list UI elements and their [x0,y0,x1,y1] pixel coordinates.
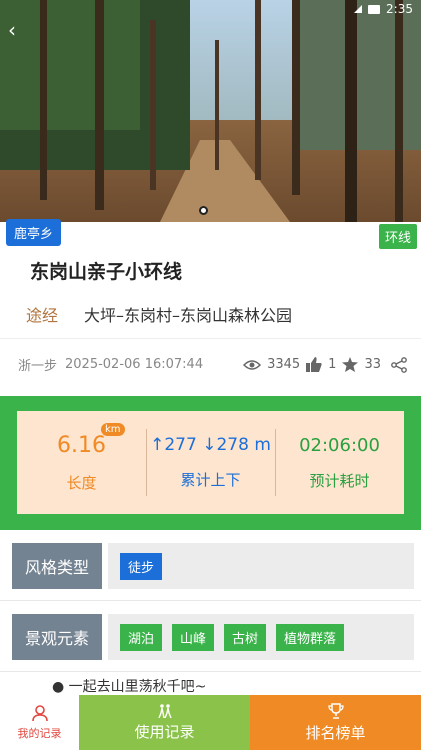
signal-icon [354,5,363,13]
carousel-indicator[interactable] [199,206,208,215]
meta-bar: 浙一步 2025-02-06 16:07:44 3345 1 33 [0,338,421,390]
elevation-values: ↑277 ↓278 m [150,435,271,455]
tab-ranking[interactable]: 排名榜单 [250,695,421,750]
like-count: 1 [328,357,337,372]
length-unit-badge: km [101,423,125,436]
person-icon [31,705,48,722]
author-name: 浙一步 [18,359,58,374]
elevation-stat: ↑277 ↓278 m 累计上下 [146,411,275,514]
via-line: 途经 大坪–东岗村–东岗山森林公园 [26,302,292,326]
star-icon[interactable] [342,357,359,372]
scenery-label: 景观元素 [12,614,102,660]
scenery-chip[interactable]: 植物群落 [276,623,345,651]
time-caption: 预计耗时 [309,471,370,490]
via-label: 途经 [26,306,59,325]
length-stat: 6.16 km 长度 [17,411,146,514]
battery-icon [368,4,381,14]
scenery-chip[interactable]: 湖泊 [120,623,163,651]
ascent-value: ↑277 [150,435,197,455]
trophy-icon [327,702,344,719]
star-count: 33 [364,357,381,372]
length-value: 6.16 [57,432,106,458]
tab-usage-records[interactable]: 使用记录 [79,695,250,750]
tab-my-records-label: 我的记录 [17,727,62,740]
route-stats-panel: 6.16 km 长度 ↑277 ↓278 m 累计上下 02:06:00 预计耗… [17,411,404,514]
via-value: 大坪–东岗村–东岗山森林公园 [84,306,293,325]
style-chips: 徒步 [108,543,414,589]
time-stat: 02:06:00 预计耗时 [275,411,404,514]
thumbs-up-icon[interactable] [306,357,322,372]
divider [0,671,421,672]
share-icon[interactable] [391,356,407,373]
route-type-tag: 环线 [378,224,417,249]
back-icon[interactable]: ‹ [8,20,16,40]
status-bar: 2:35 [354,2,413,16]
bottom-tab-bar: 我的记录 使用记录 排名榜单 [0,695,421,750]
route-stats-card: 6.16 km 长度 ↑277 ↓278 m 累计上下 02:06:00 预计耗… [0,396,421,530]
hiking-icon [157,703,172,718]
area-tag: 鹿亭乡 [6,219,62,246]
description-teaser: ● 一起去山里荡秋千吧~ [52,679,207,695]
style-chip[interactable]: 徒步 [120,552,163,580]
divider [0,600,421,601]
style-row: 风格类型 徒步 [0,535,421,597]
tab-ranking-label: 排名榜单 [305,723,366,742]
elevation-caption: 累计上下 [180,471,241,489]
style-label: 风格类型 [12,543,102,589]
route-title: 东岗山亲子小环线 [30,261,183,283]
time-value: 02:06:00 [299,434,380,456]
tab-usage-records-label: 使用记录 [134,722,195,741]
forest-photo [0,0,421,222]
view-count: 3345 [267,357,301,372]
scenery-row: 景观元素 湖泊 山峰 古树 植物群落 [0,606,421,668]
scenery-chip[interactable]: 古树 [224,623,267,651]
scenery-chip[interactable]: 山峰 [172,623,215,651]
publish-date: 2025-02-06 16:07:44 [65,357,204,372]
tab-my-records[interactable]: 我的记录 [0,695,79,750]
eye-icon [243,359,262,370]
hero-image[interactable]: 2:35 ‹ [0,0,421,222]
engagement-stats: 3345 1 33 [243,356,407,373]
scenery-chips: 湖泊 山峰 古树 植物群落 [108,614,414,660]
descent-value: ↓278 m [202,435,271,455]
status-time: 2:35 [386,2,413,16]
length-caption: 长度 [66,473,97,492]
